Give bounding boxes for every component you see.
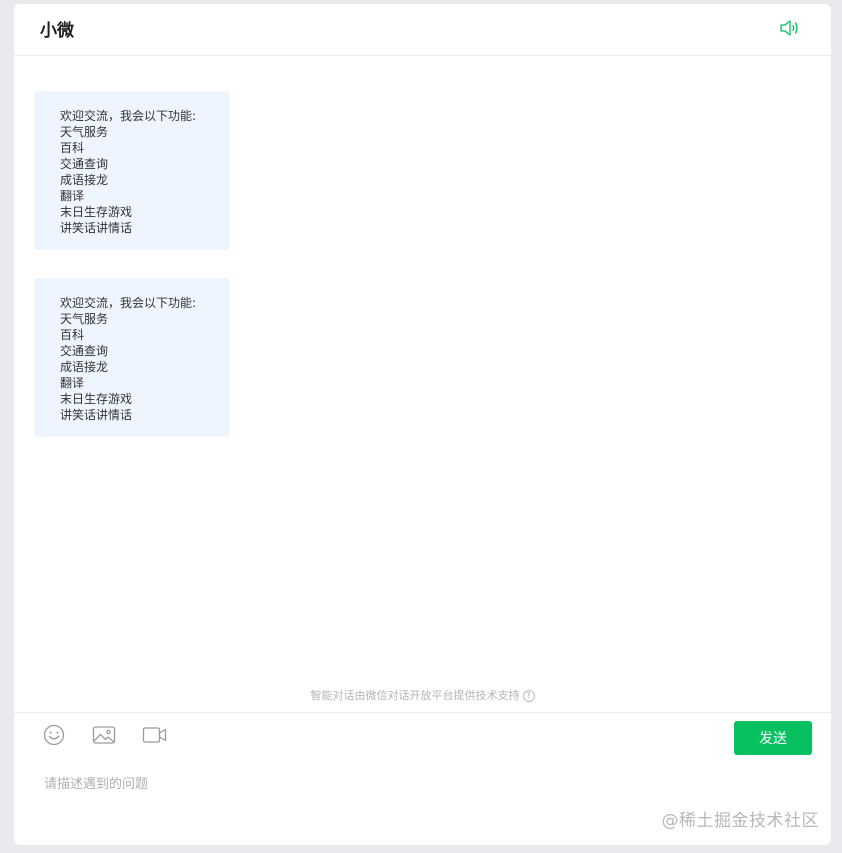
help-icon[interactable]: ? <box>522 690 535 702</box>
message-line: 末日生存游戏 <box>60 205 133 219</box>
send-button[interactable]: 发送 <box>734 721 812 755</box>
message-line: 交通查询 <box>60 157 109 171</box>
message-bubble: 欢迎交流，我会以下功能: 天气服务 百科 交通查询 成语接龙 翻译 末日生存游戏… <box>34 91 230 250</box>
message-line: 讲笑话讲情话 <box>60 408 133 422</box>
message-input[interactable] <box>34 764 794 804</box>
message-line: 欢迎交流，我会以下功能: <box>60 296 197 310</box>
chat-window: 小微 欢迎交流，我会以下功能: 天气服务 百科 交通查询 成语接龙 翻译 末日生… <box>14 4 831 845</box>
message-list[interactable]: 欢迎交流，我会以下功能: 天气服务 百科 交通查询 成语接龙 翻译 末日生存游戏… <box>14 56 831 676</box>
watermark: @稀土掘金技术社区 <box>661 811 819 831</box>
message-line: 成语接龙 <box>60 173 109 187</box>
message-line: 百科 <box>60 328 85 342</box>
message-line: 翻译 <box>60 189 85 203</box>
message-line: 翻译 <box>60 376 85 390</box>
message-line: 百科 <box>60 141 85 155</box>
message-line: 天气服务 <box>60 312 109 326</box>
image-icon[interactable] <box>92 724 116 746</box>
message-bubble: 欢迎交流，我会以下功能: 天气服务 百科 交通查询 成语接龙 翻译 末日生存游戏… <box>34 278 230 437</box>
message-line: 交通查询 <box>60 344 109 358</box>
message-line: 欢迎交流，我会以下功能: <box>60 109 197 123</box>
input-divider <box>14 712 831 713</box>
message-line: 讲笑话讲情话 <box>60 221 133 235</box>
chat-title: 小微 <box>40 21 74 41</box>
message-line: 天气服务 <box>60 125 109 139</box>
message-line: 成语接龙 <box>60 360 109 374</box>
emoji-icon[interactable] <box>43 724 65 746</box>
video-icon[interactable] <box>142 724 168 746</box>
speaker-icon[interactable] <box>779 18 801 38</box>
support-text: 智能对话由微信对话开放平台提供技术支持 <box>310 689 520 702</box>
support-notice: 智能对话由微信对话开放平台提供技术支持? <box>14 687 831 703</box>
message-line: 末日生存游戏 <box>60 392 133 406</box>
chat-header: 小微 <box>14 4 831 56</box>
